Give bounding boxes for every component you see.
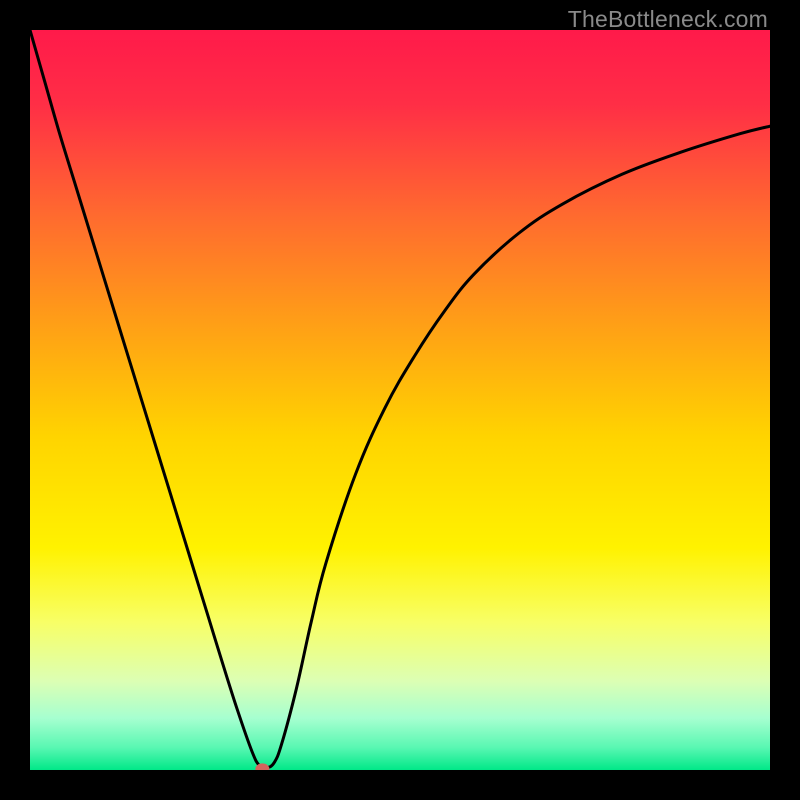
curve-layer xyxy=(30,30,770,770)
plot-area xyxy=(30,30,770,770)
bottleneck-curve xyxy=(30,30,770,768)
watermark-text: TheBottleneck.com xyxy=(568,6,768,33)
chart-container: TheBottleneck.com xyxy=(0,0,800,800)
